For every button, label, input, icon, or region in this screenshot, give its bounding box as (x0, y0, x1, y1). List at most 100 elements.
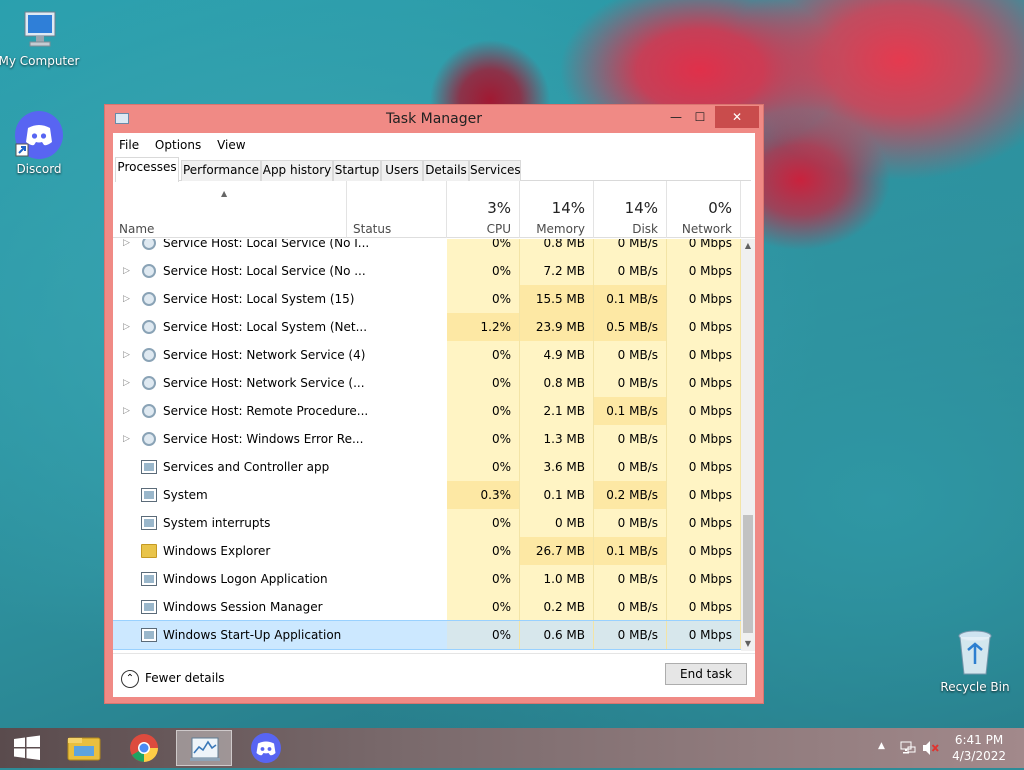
start-button[interactable] (0, 730, 56, 766)
memory-cell: 0.2 MB (520, 593, 594, 621)
discord-icon (251, 733, 281, 763)
application-window-icon (141, 488, 157, 502)
tab-processes[interactable]: Processes (115, 157, 179, 182)
expand-chevron-icon[interactable]: ▷ (123, 369, 133, 397)
desktop-icon-discord[interactable]: Discord (0, 110, 81, 176)
column-name[interactable]: ▲ Name (113, 181, 347, 238)
process-row[interactable]: ▷ Service Host: Network Service (... 0% 0.8… (113, 369, 741, 397)
process-row[interactable]: ▷ Service Host: Local System (15) 0% 15.5 M… (113, 285, 741, 313)
network-cell: 0 Mbps (667, 369, 741, 397)
desktop-icon-recycle-bin[interactable]: Recycle Bin (933, 628, 1017, 694)
close-button[interactable]: ✕ (715, 106, 759, 128)
process-name-cell: Windows Explorer (113, 537, 447, 565)
scroll-down-icon[interactable]: ▼ (741, 637, 755, 651)
process-row[interactable]: Services and Controller app 0% 3.6 MB 0 MB/… (113, 453, 741, 481)
cpu-cell: 0% (447, 593, 520, 621)
tab-details[interactable]: Details (423, 160, 469, 181)
desktop-icon-my-computer[interactable]: My Computer (0, 8, 81, 68)
process-row[interactable]: Windows Explorer 0% 26.7 MB 0.1 MB/s 0 Mbps (113, 537, 741, 565)
process-name: Windows Explorer (163, 544, 271, 558)
process-row[interactable]: ▷ Service Host: Network Service (4) 0% 4.9 … (113, 341, 741, 369)
title-bar[interactable]: Task Manager — ☐ ✕ (105, 105, 763, 133)
taskbar-task-manager[interactable] (176, 730, 232, 766)
process-row[interactable]: Windows Logon Application 0% 1.0 MB 0 MB/s 0… (113, 565, 741, 593)
expand-chevron-icon[interactable]: ▷ (123, 239, 133, 257)
clock[interactable]: 6:41 PM 4/3/2022 (952, 732, 1006, 764)
fewer-details-label: Fewer details (145, 671, 225, 685)
process-name-cell: ▷ Service Host: Local System (15) (113, 285, 447, 313)
process-name-cell: Services and Controller app (113, 453, 447, 481)
column-header: ▲ Name Status 3% CPU 14% Memory 14% Disk (113, 181, 755, 238)
fewer-details-button[interactable]: ⌃ Fewer details (121, 668, 225, 688)
sort-up-icon: ▲ (221, 189, 228, 198)
computer-icon (24, 11, 56, 47)
application-window-icon (141, 572, 157, 586)
taskbar-file-explorer[interactable] (56, 730, 112, 766)
tab-performance[interactable]: Performance (181, 160, 261, 181)
vertical-scrollbar[interactable]: ▲ ▼ (741, 239, 755, 651)
tab-users[interactable]: Users (381, 160, 423, 181)
taskbar-discord[interactable] (238, 730, 294, 766)
maximize-button[interactable]: ☐ (685, 106, 715, 128)
memory-cell: 4.9 MB (520, 341, 594, 369)
taskbar-chrome[interactable] (116, 730, 172, 766)
scrollbar-thumb[interactable] (743, 515, 753, 633)
process-name: Service Host: Local Service (No I... (163, 239, 370, 250)
expand-chevron-icon[interactable]: ▷ (123, 341, 133, 369)
process-row[interactable]: ▷ Service Host: Local Service (No I... 0% 0… (113, 239, 741, 257)
show-hidden-icons-icon[interactable]: ▲ (878, 741, 885, 751)
tab-app-history[interactable]: App history (261, 160, 333, 181)
process-row[interactable]: Windows Start-Up Application 0% 0.6 MB 0 MB… (113, 620, 742, 650)
menu-view[interactable]: View (211, 137, 251, 153)
expand-chevron-icon[interactable]: ▷ (123, 285, 133, 313)
memory-cell: 15.5 MB (520, 285, 594, 313)
memory-cell: 1.0 MB (520, 565, 594, 593)
scroll-up-icon[interactable]: ▲ (741, 239, 755, 253)
service-gear-icon (142, 432, 156, 446)
service-gear-icon (142, 264, 156, 278)
disk-cell: 0 MB/s (594, 257, 667, 285)
column-disk[interactable]: 14% Disk (594, 181, 667, 238)
tab-startup[interactable]: Startup (333, 160, 381, 181)
cpu-cell: 0% (447, 621, 520, 649)
disk-cell: 0.1 MB/s (594, 285, 667, 313)
column-status[interactable]: Status (347, 181, 447, 238)
network-total: 0% (708, 199, 732, 217)
process-row[interactable]: ▷ Service Host: Local System (Net... 1.2% 2… (113, 313, 741, 341)
cpu-cell: 0.3% (447, 481, 520, 509)
expand-chevron-icon[interactable]: ▷ (123, 257, 133, 285)
menu-options[interactable]: Options (149, 137, 207, 153)
disk-cell: 0.2 MB/s (594, 481, 667, 509)
process-row[interactable]: ▷ Service Host: Remote Procedure... 0% 2.1 … (113, 397, 741, 425)
process-row[interactable]: ▷ Service Host: Windows Error Re... 0% 1.3 … (113, 425, 741, 453)
volume-muted-icon[interactable] (922, 740, 940, 756)
expand-chevron-icon[interactable]: ▷ (123, 313, 133, 341)
expand-chevron-icon[interactable]: ▷ (123, 425, 133, 453)
process-row[interactable]: Windows Session Manager 0% 0.2 MB 0 MB/s 0 M… (113, 593, 741, 621)
cpu-cell: 0% (447, 397, 520, 425)
process-name: Windows Logon Application (163, 572, 328, 586)
end-task-button[interactable]: End task (665, 663, 747, 685)
process-row[interactable]: ▷ Service Host: Local Service (No ... 0% 7.… (113, 257, 741, 285)
process-row[interactable]: System interrupts 0% 0 MB 0 MB/s 0 Mbps (113, 509, 741, 537)
tab-services[interactable]: Services (469, 160, 521, 181)
process-name-cell: ▷ Service Host: Windows Error Re... (113, 425, 447, 453)
process-name-cell: ▷ Service Host: Network Service (... (113, 369, 447, 397)
column-memory[interactable]: 14% Memory (520, 181, 594, 238)
window-footer: ⌃ Fewer details End task (113, 653, 755, 697)
expand-chevron-icon[interactable]: ▷ (123, 397, 133, 425)
process-name-cell: System (113, 481, 447, 509)
menu-file[interactable]: File (113, 137, 145, 153)
network-icon[interactable] (900, 740, 916, 756)
column-network[interactable]: 0% Network (667, 181, 741, 238)
process-name: Windows Session Manager (163, 600, 323, 614)
process-name: Services and Controller app (163, 460, 330, 474)
process-name-cell: Windows Session Manager (113, 593, 447, 621)
window-client: File Options View Processes Performance … (113, 133, 755, 697)
desktop-icon-label: My Computer (0, 54, 80, 68)
disk-cell: 0.5 MB/s (594, 313, 667, 341)
process-row[interactable]: System 0.3% 0.1 MB 0.2 MB/s 0 Mbps (113, 481, 741, 509)
column-cpu[interactable]: 3% CPU (447, 181, 520, 238)
folder-icon (141, 544, 157, 558)
cpu-cell: 0% (447, 509, 520, 537)
